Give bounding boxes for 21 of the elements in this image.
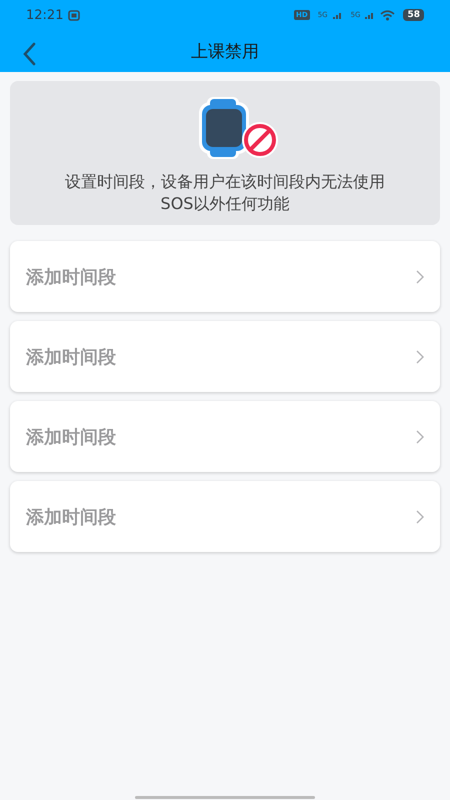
chevron-right-icon <box>416 350 424 364</box>
back-icon <box>22 42 36 66</box>
signal-icon <box>365 11 376 19</box>
chevron-right-icon <box>416 430 424 444</box>
item-label: 添加时间段 <box>26 346 116 368</box>
add-time-slot-item[interactable]: 添加时间段 <box>10 481 440 552</box>
page-title: 上课禁用 <box>191 40 259 62</box>
signal-icon <box>332 11 343 19</box>
item-label: 添加时间段 <box>26 506 116 528</box>
chevron-right-icon <box>416 510 424 524</box>
add-time-slot-item[interactable]: 添加时间段 <box>10 321 440 392</box>
chevron-right-icon <box>416 270 424 284</box>
banner-text: 设置时间段，设备用户在该时间段内无法使用SOS以外任何功能 <box>64 171 386 215</box>
item-label: 添加时间段 <box>26 266 116 288</box>
battery-level: 58 <box>403 9 424 21</box>
notification-icon <box>68 10 80 20</box>
item-label: 添加时间段 <box>26 426 116 448</box>
add-time-slot-item[interactable]: 添加时间段 <box>10 241 440 312</box>
status-time: 12:21 <box>26 8 64 22</box>
add-time-slot-item[interactable]: 添加时间段 <box>10 401 440 472</box>
wifi-icon <box>380 10 396 20</box>
